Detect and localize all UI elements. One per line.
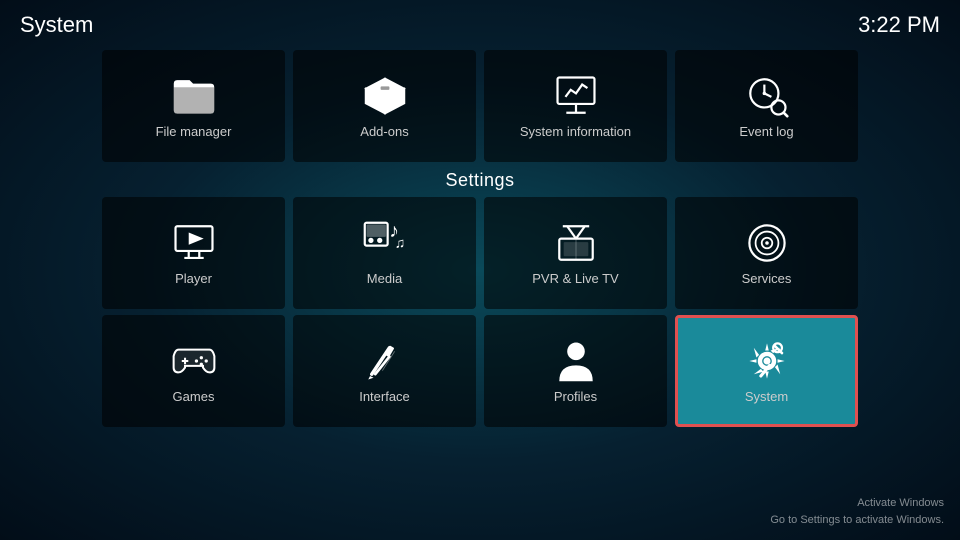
settings-row-2: Games Interface Profiles bbox=[102, 315, 858, 427]
tile-label-services: Services bbox=[742, 271, 792, 286]
activate-windows-line1: Activate Windows bbox=[770, 495, 944, 512]
tile-label-profiles: Profiles bbox=[554, 389, 597, 404]
tile-file-manager[interactable]: File manager bbox=[102, 50, 285, 162]
tile-services[interactable]: Services bbox=[675, 197, 858, 309]
tile-label-pvr: PVR & Live TV bbox=[532, 271, 618, 286]
tile-label-file-manager: File manager bbox=[156, 124, 232, 139]
page-title: System bbox=[20, 12, 93, 38]
tile-label-system-information: System information bbox=[520, 124, 631, 139]
tile-player[interactable]: Player bbox=[102, 197, 285, 309]
tile-profiles[interactable]: Profiles bbox=[484, 315, 667, 427]
monitor-play-icon bbox=[172, 221, 216, 265]
tv-antenna-icon bbox=[554, 221, 598, 265]
tile-games[interactable]: Games bbox=[102, 315, 285, 427]
pencil-tools-icon bbox=[363, 339, 407, 383]
clock: 3:22 PM bbox=[858, 12, 940, 38]
media-icon: ♪ ♫ bbox=[363, 221, 407, 265]
gear-wrench-icon bbox=[745, 339, 789, 383]
settings-row-1: Player ♪ ♫ Media PVR & bbox=[102, 197, 858, 309]
tile-label-media: Media bbox=[367, 271, 402, 286]
tile-system[interactable]: System bbox=[675, 315, 858, 427]
person-icon bbox=[554, 339, 598, 383]
tile-label-event-log: Event log bbox=[739, 124, 793, 139]
rss-icon bbox=[745, 221, 789, 265]
folder-icon bbox=[172, 74, 216, 118]
tile-system-information[interactable]: System information bbox=[484, 50, 667, 162]
tile-add-ons[interactable]: Add-ons bbox=[293, 50, 476, 162]
clock-search-icon bbox=[745, 74, 789, 118]
tile-label-system: System bbox=[745, 389, 788, 404]
activate-windows-line2: Go to Settings to activate Windows. bbox=[770, 512, 944, 529]
box-icon bbox=[363, 74, 407, 118]
tile-label-games: Games bbox=[173, 389, 215, 404]
tile-media[interactable]: ♪ ♫ Media bbox=[293, 197, 476, 309]
tile-event-log[interactable]: Event log bbox=[675, 50, 858, 162]
top-tiles-row: File manager Add-ons System information bbox=[0, 50, 960, 162]
tile-label-interface: Interface bbox=[359, 389, 410, 404]
svg-text:♫: ♫ bbox=[394, 234, 405, 250]
tile-interface[interactable]: Interface bbox=[293, 315, 476, 427]
tile-label-player: Player bbox=[175, 271, 212, 286]
activate-windows-notice: Activate Windows Go to Settings to activ… bbox=[770, 495, 944, 528]
presentation-icon bbox=[554, 74, 598, 118]
settings-grid: Player ♪ ♫ Media PVR & bbox=[0, 197, 960, 427]
gamepad-icon bbox=[172, 339, 216, 383]
tile-pvr-live-tv[interactable]: PVR & Live TV bbox=[484, 197, 667, 309]
tile-label-add-ons: Add-ons bbox=[360, 124, 408, 139]
header: System 3:22 PM bbox=[0, 0, 960, 50]
settings-section-label: Settings bbox=[0, 170, 960, 191]
